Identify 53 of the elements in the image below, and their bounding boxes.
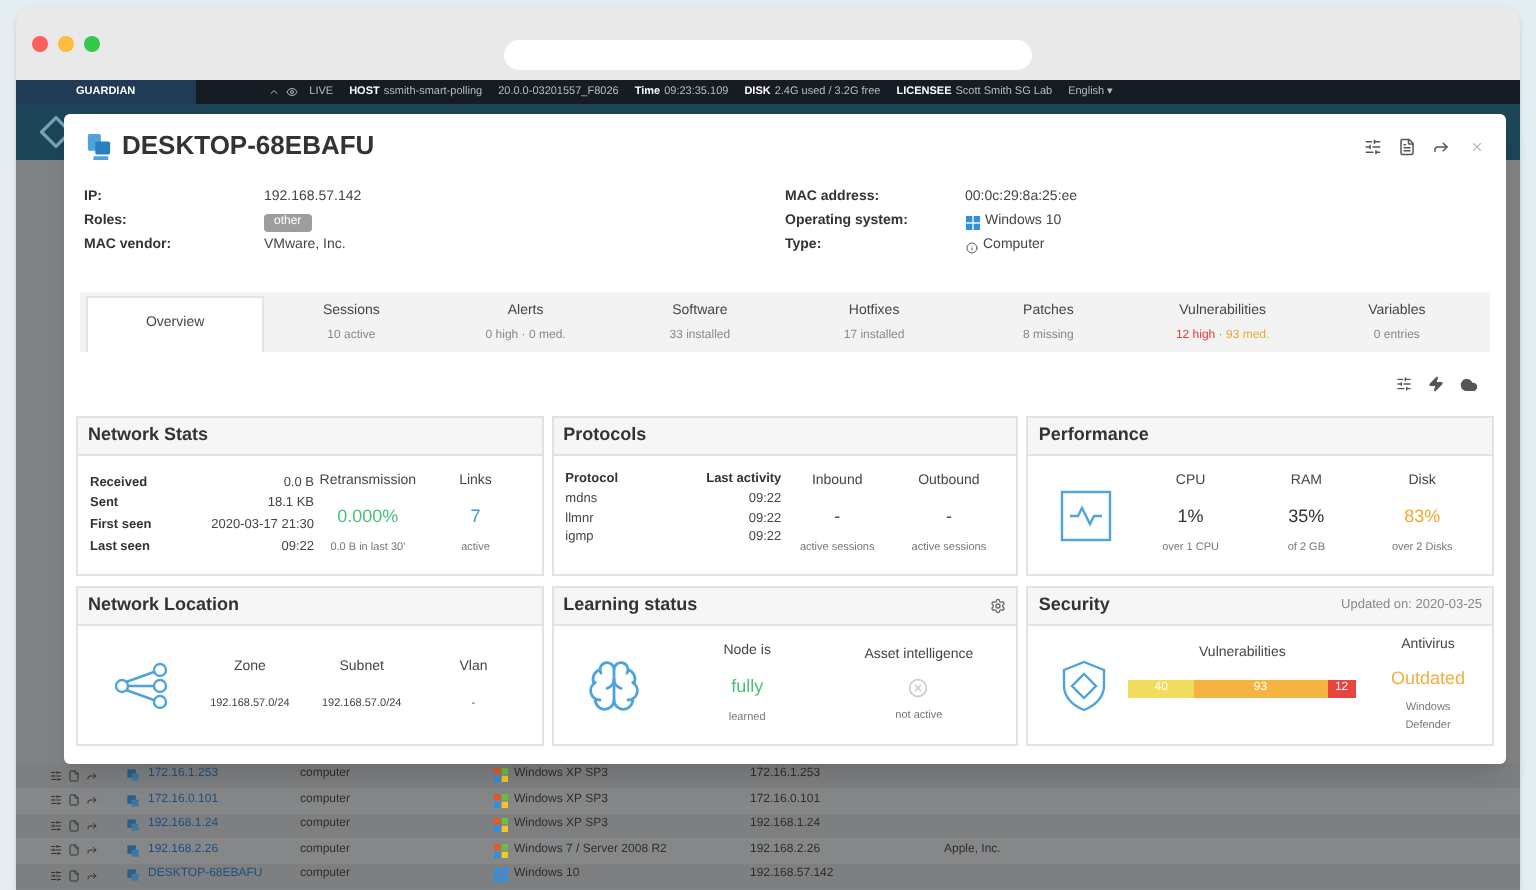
info-icon	[965, 241, 977, 253]
panel-title: Performance	[1038, 422, 1149, 449]
panel-title: Network Location	[88, 592, 240, 619]
filter-icon[interactable]	[1396, 376, 1412, 392]
network-tree-icon	[114, 661, 170, 709]
lightning-icon[interactable]	[1428, 376, 1444, 392]
windows-flag-icon	[494, 793, 508, 808]
document-icon[interactable]	[68, 819, 80, 832]
eye-icon[interactable]	[285, 86, 298, 98]
share-icon[interactable]	[1432, 137, 1450, 155]
close-icon[interactable]	[1470, 139, 1484, 153]
settings-icon[interactable]	[1364, 137, 1382, 155]
windows-icon	[965, 216, 979, 230]
windows-flag-icon	[494, 818, 508, 833]
dialog-title: DESKTOP-68EBAFU	[122, 128, 375, 165]
stat-value: 35%	[1288, 503, 1325, 530]
share-icon[interactable]	[86, 819, 98, 832]
panel-title: Learning status	[563, 592, 698, 619]
shield-icon	[1060, 659, 1109, 711]
share-icon[interactable]	[86, 869, 98, 882]
panel-title: Protocols	[563, 422, 647, 449]
stat-value: 1%	[1177, 503, 1204, 530]
brain-icon	[585, 657, 642, 713]
collapse-icon[interactable]	[267, 86, 280, 98]
monitor-wave-icon	[1060, 489, 1113, 541]
stat-value: 7	[470, 503, 481, 530]
share-icon[interactable]	[86, 794, 98, 807]
stat-value: -	[945, 503, 952, 530]
windows-flag-icon	[494, 843, 508, 858]
stat-value: -	[834, 503, 841, 530]
document-icon[interactable]	[68, 844, 80, 857]
settings-icon[interactable]	[990, 598, 1007, 614]
document-icon[interactable]	[68, 869, 80, 882]
panel-title: Security	[1038, 592, 1110, 619]
settings-icon[interactable]	[50, 869, 62, 882]
settings-icon[interactable]	[50, 769, 62, 782]
panel-title: Network Stats	[88, 422, 209, 449]
computer-icon	[86, 131, 112, 161]
stat-value: Outdated	[1391, 665, 1466, 692]
windows-flag-icon	[494, 768, 508, 783]
settings-icon[interactable]	[50, 844, 62, 857]
document-icon[interactable]	[68, 769, 80, 782]
stat-value: fully	[731, 673, 764, 700]
windows-icon	[494, 868, 508, 883]
share-icon[interactable]	[86, 769, 98, 782]
stat-value: 0.000%	[337, 503, 399, 530]
cloud-icon[interactable]	[1460, 375, 1478, 393]
settings-icon[interactable]	[50, 819, 62, 832]
pdf-icon[interactable]	[1398, 137, 1416, 155]
settings-icon[interactable]	[50, 794, 62, 807]
share-icon[interactable]	[86, 844, 98, 857]
document-icon[interactable]	[68, 794, 80, 807]
stat-value: 83%	[1404, 503, 1441, 530]
